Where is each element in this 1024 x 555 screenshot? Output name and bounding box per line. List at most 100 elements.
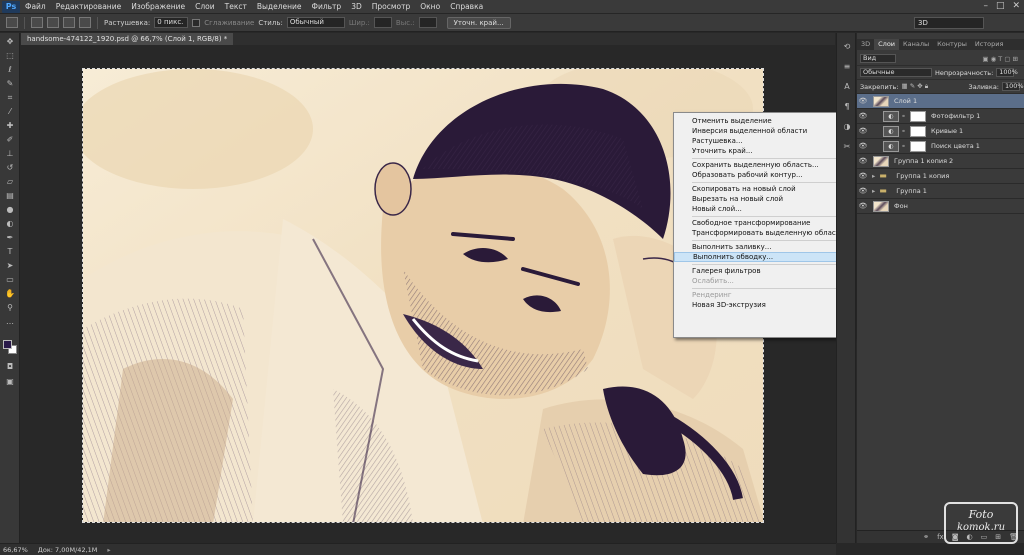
properties-panel-icon[interactable]: ≡ [841,61,853,73]
layer-row[interactable]: 👁︎ Слой 1 [857,94,1024,109]
context-menu-item[interactable]: Свободное трансформирование [674,218,852,228]
color-swatches[interactable] [3,340,17,354]
context-menu-item[interactable]: Галерея фильтров [674,266,852,276]
visibility-eye-icon[interactable]: 👁︎ [857,127,869,135]
new-selection-icon[interactable] [31,17,43,28]
pen-tool-icon[interactable]: ✒ [4,232,16,243]
visibility-eye-icon[interactable]: 👁︎ [857,112,869,120]
shape-tool-icon[interactable]: ▭ [4,274,16,285]
edit-toolbar-icon[interactable]: … [4,316,16,327]
group-expand-icon[interactable]: ▸ [872,187,875,195]
path-select-tool-icon[interactable]: ➤ [4,260,16,271]
context-menu-item[interactable]: Образовать рабочий контур... [674,170,852,180]
layer-row[interactable]: 👁︎ Фон [857,199,1024,214]
menu-item[interactable]: Просмотр [367,2,416,11]
brush-tool-icon[interactable]: ✐ [4,134,16,145]
zoom-level[interactable]: 66,67% [3,546,28,554]
feather-input[interactable]: 0 пикс. [154,17,189,28]
quick-mask-icon[interactable]: ◘ [4,361,16,372]
workspace-select[interactable]: 3D [914,17,984,29]
crop-tool-icon[interactable]: ⌗ [4,92,16,103]
lasso-tool-icon[interactable]: ℓ [4,64,16,75]
status-menu-icon[interactable]: ▸ [107,546,110,554]
context-menu-item[interactable]: Уточнить край... [674,146,852,156]
menu-item[interactable]: Окно [415,2,445,11]
mask-link-icon[interactable]: ⚭ [901,128,906,135]
layer-row[interactable]: 👁︎ ◐ ⚭ Кривые 1 [857,124,1024,139]
layer-row[interactable]: 👁︎ ▸ ▬ Группа 1 копия [857,169,1024,184]
gradient-tool-icon[interactable]: ▤ [4,190,16,201]
visibility-eye-icon[interactable]: 👁︎ [857,97,869,105]
visibility-eye-icon[interactable]: 👁︎ [857,202,869,210]
type-tool-icon[interactable]: T [4,246,16,257]
antialias-checkbox[interactable] [192,18,201,27]
document-canvas[interactable] [82,68,764,523]
maximize-icon[interactable]: □ [996,1,1005,11]
group-expand-icon[interactable]: ▸ [872,172,875,180]
layer-row[interactable]: 👁︎ ◐ ⚭ Поиск цвета 1 [857,139,1024,154]
menu-item[interactable]: Справка [445,2,488,11]
character-panel-icon[interactable]: A [841,81,853,93]
tools-panel-icon[interactable]: ✂ [841,141,853,153]
context-menu-item[interactable]: Выполнить обводку... [674,252,852,262]
panel-tab[interactable]: Каналы [899,39,933,50]
clone-stamp-tool-icon[interactable]: ⊥ [4,148,16,159]
menu-item[interactable]: Фильтр [307,2,347,11]
opacity-input[interactable]: 100% [996,68,1018,77]
layer-filter-select[interactable]: Вид [860,54,896,63]
marquee-tool-preset-icon[interactable] [6,17,18,28]
dodge-tool-icon[interactable]: ◐ [4,218,16,229]
context-menu-item[interactable]: Вырезать на новый слой [674,194,852,204]
fill-input[interactable]: 100% [1002,82,1024,91]
mask-link-icon[interactable]: ⚭ [901,113,906,120]
move-tool-icon[interactable]: ✥ [4,36,16,47]
paragraph-panel-icon[interactable]: ¶ [841,101,853,113]
context-menu-item[interactable]: Новый слой... [674,204,852,214]
history-brush-tool-icon[interactable]: ↺ [4,162,16,173]
document-tab[interactable]: handsome-474122_1920.psd @ 66,7% (Слой 1… [21,33,234,45]
close-icon[interactable]: ✕ [1012,1,1020,11]
foreground-color-swatch[interactable] [3,340,12,349]
blur-tool-icon[interactable]: ● [4,204,16,215]
panel-tab[interactable]: История [971,39,1007,50]
visibility-eye-icon[interactable]: 👁︎ [857,157,869,165]
minimize-icon[interactable]: – [983,1,988,11]
screen-mode-icon[interactable]: ▣ [4,376,16,387]
quick-select-tool-icon[interactable]: ✎ [4,78,16,89]
history-panel-icon[interactable]: ⟲ [841,41,853,53]
visibility-eye-icon[interactable]: 👁︎ [857,172,869,180]
context-menu-item[interactable]: Отменить выделение [674,116,852,126]
style-select[interactable]: Обычный [286,17,345,28]
menu-item[interactable]: Текст [220,2,252,11]
menu-item[interactable]: Слои [190,2,220,11]
hand-tool-icon[interactable]: ✋ [4,288,16,299]
width-input[interactable] [373,17,392,28]
layer-row[interactable]: 👁︎ ▸ ▬ Группа 1 [857,184,1024,199]
visibility-eye-icon[interactable]: 👁︎ [857,187,869,195]
blend-mode-select[interactable]: Обычные [860,68,932,77]
marquee-tool-icon[interactable]: ⬚ [4,50,16,61]
eraser-tool-icon[interactable]: ▱ [4,176,16,187]
filter-toggle-icon[interactable]: ▣ ◉ T ▢ ⊞ [982,55,1018,63]
context-menu-item[interactable]: Растушевка... [674,136,852,146]
eyedropper-tool-icon[interactable]: ⁄ [4,106,16,117]
context-menu-item[interactable]: Сохранить выделенную область... [674,160,852,170]
menu-item[interactable]: Изображение [126,2,190,11]
visibility-eye-icon[interactable]: 👁︎ [857,142,869,150]
link-layers-icon[interactable]: ⚭ [923,533,929,541]
context-menu-item[interactable]: Скопировать на новый слой [674,184,852,194]
layer-row[interactable]: 👁︎ ◐ ⚭ Фотофильтр 1 [857,109,1024,124]
mask-link-icon[interactable]: ⚭ [901,143,906,150]
adjustments-panel-icon[interactable]: ◑ [841,121,853,133]
menu-item[interactable]: Файл [20,2,51,11]
add-selection-icon[interactable] [47,17,59,28]
zoom-tool-icon[interactable]: ⚲ [4,302,16,313]
menu-item[interactable]: 3D [346,2,367,11]
context-menu-item[interactable]: Выполнить заливку... [674,242,852,252]
panel-tab[interactable]: Слои [874,39,900,50]
context-menu-item[interactable]: Новая 3D-экструзия [674,300,852,310]
lock-icons[interactable]: ▦ ✎ ✥ 🔒︎ [901,82,928,91]
context-menu-item[interactable]: Инверсия выделенной области [674,126,852,136]
fx-icon[interactable]: fx [937,533,944,541]
refine-edge-button[interactable]: Уточн. край... [446,16,511,29]
